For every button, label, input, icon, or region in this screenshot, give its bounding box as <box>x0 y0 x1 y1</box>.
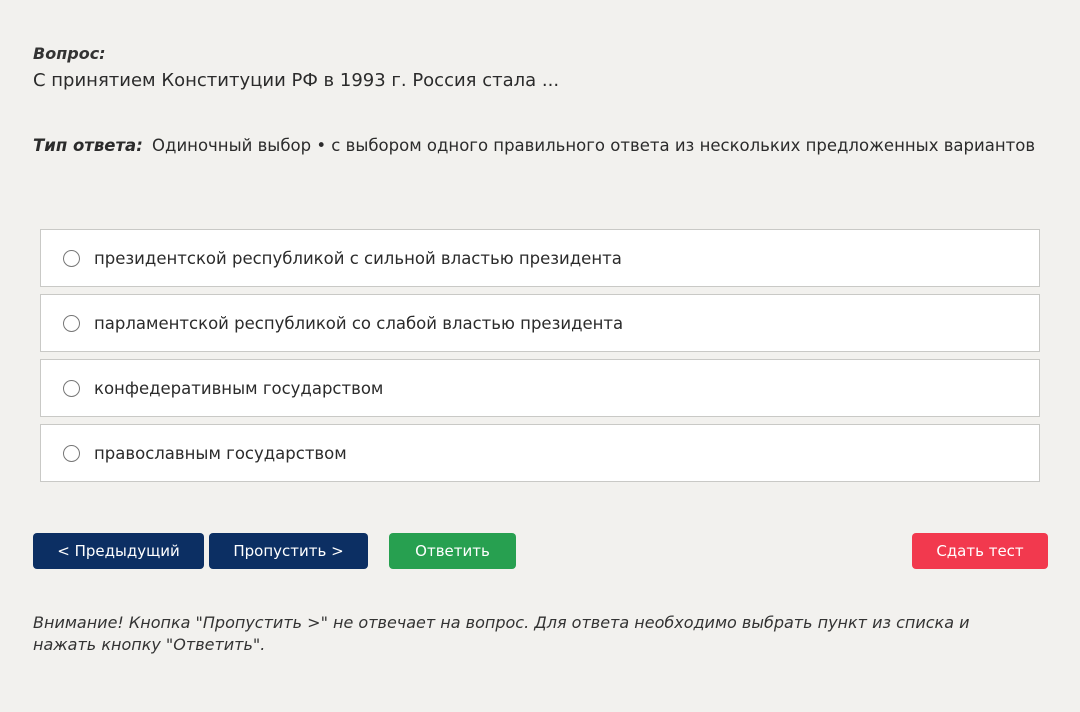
answer-options: президентской республикой с сильной влас… <box>40 229 1040 489</box>
radio-button[interactable] <box>63 314 80 332</box>
radio-button[interactable] <box>63 379 80 397</box>
option-1[interactable]: президентской республикой с сильной влас… <box>40 229 1040 287</box>
skip-warning-notice: Внимание! Кнопка "Пропустить >" не отвеч… <box>33 613 970 654</box>
previous-button[interactable]: < Предыдущий <box>33 533 204 569</box>
option-3[interactable]: конфедеративным государством <box>40 359 1040 417</box>
option-2[interactable]: парламентской республикой со слабой влас… <box>40 294 1040 352</box>
finish-test-button[interactable]: Сдать тест <box>912 533 1048 569</box>
radio-button[interactable] <box>63 249 80 267</box>
option-label: конфедеративным государством <box>94 378 384 398</box>
skip-button[interactable]: Пропустить > <box>209 533 368 569</box>
answer-button[interactable]: Ответить <box>389 533 516 569</box>
option-label: православным государством <box>94 443 347 463</box>
answer-type-value: Одиночный выбор • с выбором одного прави… <box>152 136 1036 155</box>
answer-type-label: Тип ответа: <box>33 136 143 155</box>
option-4[interactable]: православным государством <box>40 424 1040 482</box>
option-label: парламентской республикой со слабой влас… <box>94 313 624 333</box>
answer-type: Тип ответа: Одиночный выбор • с выбором … <box>33 136 1035 155</box>
question-text: С принятием Конституции РФ в 1993 г. Рос… <box>33 70 560 91</box>
radio-button[interactable] <box>63 444 80 462</box>
option-label: президентской республикой с сильной влас… <box>94 248 622 268</box>
question-label: Вопрос: <box>33 44 106 63</box>
